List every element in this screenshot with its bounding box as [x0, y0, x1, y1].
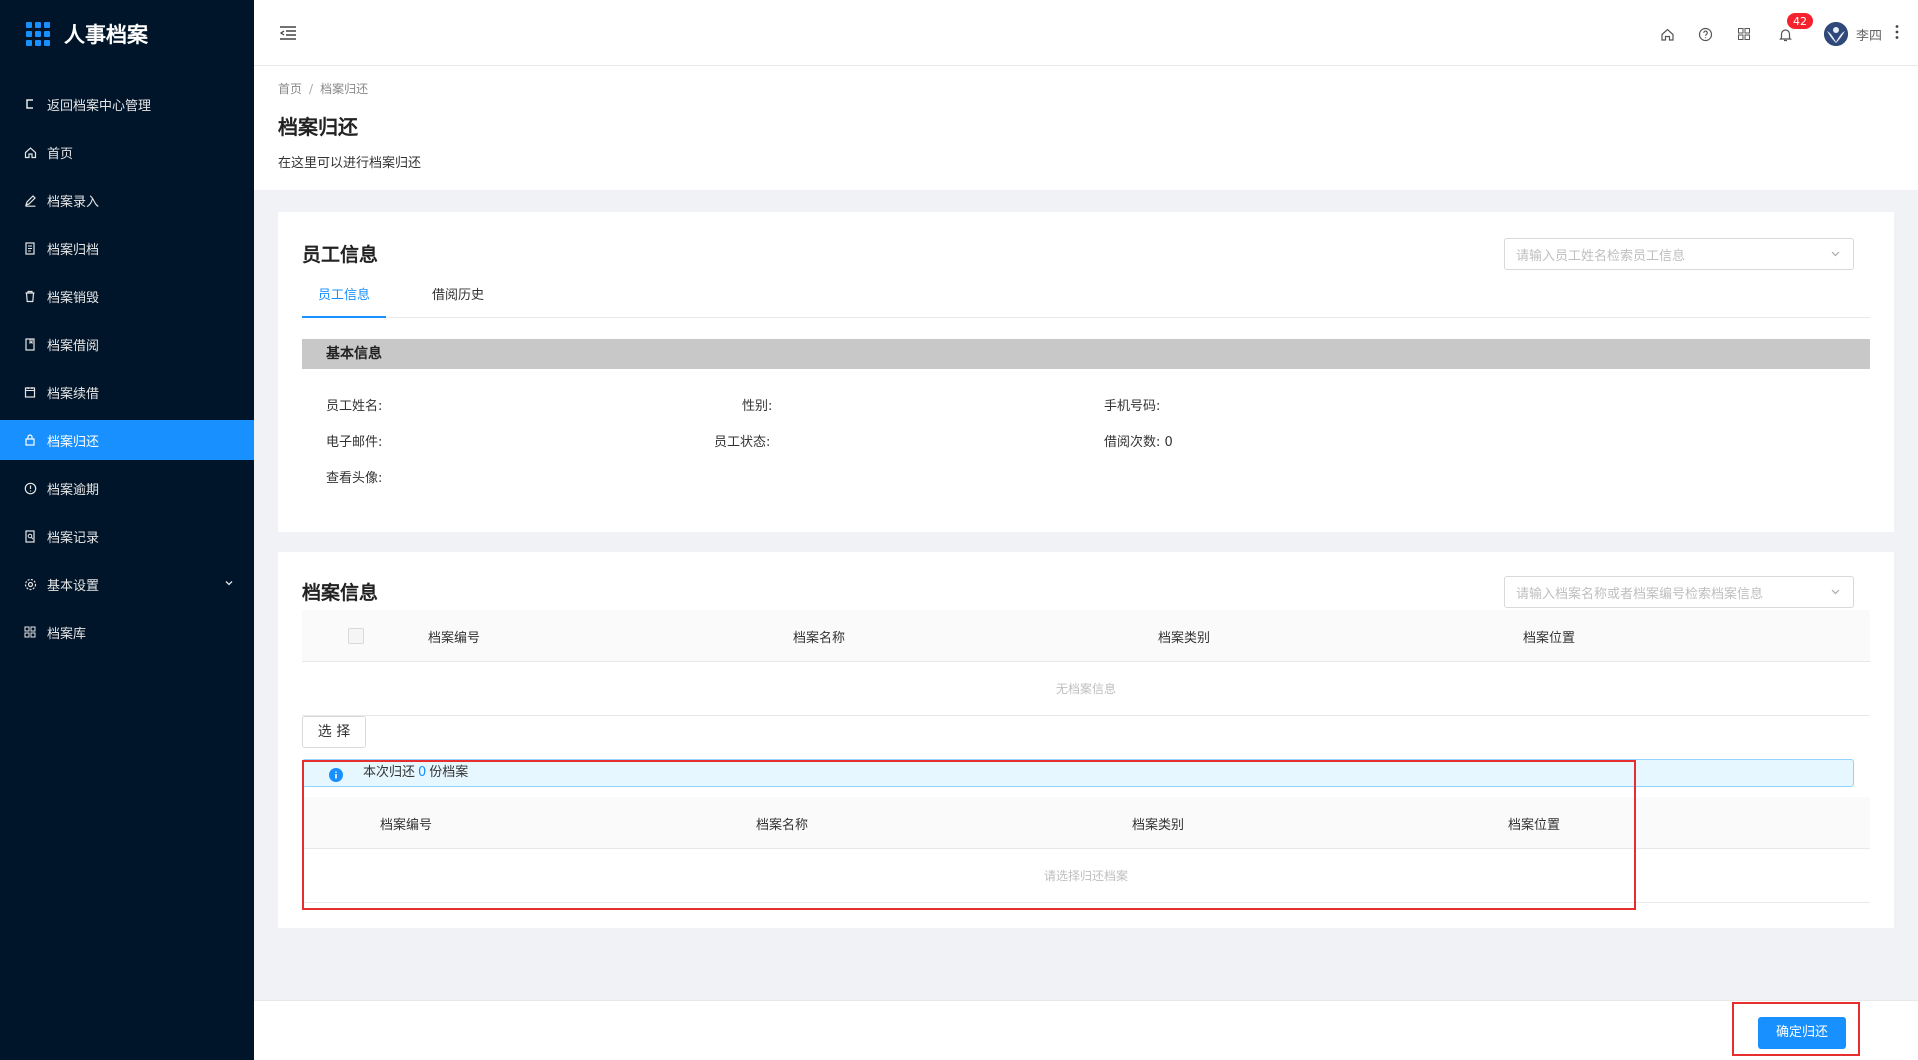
employee-search-select[interactable]: 请输入员工姓名检索员工信息	[1504, 238, 1854, 270]
archive-table-empty: 无档案信息	[302, 662, 1870, 716]
menu-collapse-icon[interactable]	[278, 24, 298, 46]
breadcrumb-current: 档案归还	[320, 82, 369, 96]
help-icon[interactable]	[1698, 26, 1714, 42]
notification-badge: 42	[1785, 12, 1814, 30]
column-header: 档案编号	[428, 631, 481, 646]
home-icon[interactable]	[1660, 26, 1676, 42]
sidebar-item-label: 档案录入	[47, 194, 100, 210]
sidebar-item-label: 档案归档	[47, 242, 100, 258]
sidebar-item-label: 档案销毁	[47, 290, 100, 306]
email-label: 电子邮件:	[326, 435, 383, 450]
highlight-frame	[1732, 1002, 1860, 1056]
sidebar-item-return[interactable]: 档案归还	[0, 420, 254, 460]
sidebar-item-borrow[interactable]: 档案借阅	[0, 324, 254, 364]
borrow-count-value: 0	[1164, 435, 1173, 450]
sidebar-item-home[interactable]: 首页	[0, 132, 254, 172]
home-icon	[23, 145, 37, 159]
apps-icon[interactable]	[1736, 26, 1752, 42]
sidebar-item-archive[interactable]: 档案归档	[0, 228, 254, 268]
user-name[interactable]: 李四	[1856, 25, 1882, 44]
bell-icon[interactable]: 42	[1778, 12, 1814, 42]
sidebar-item-label: 档案记录	[47, 530, 100, 546]
column-header: 档案位置	[1523, 631, 1576, 646]
borrow-count: 借阅次数: 0	[1104, 431, 1173, 450]
archive-card-title: 档案信息	[302, 582, 379, 604]
phone-label: 手机号码:	[1104, 399, 1161, 414]
avatar[interactable]	[1823, 22, 1848, 46]
employee-status-label: 员工状态:	[714, 435, 771, 450]
borrow-count-label: 借阅次数:	[1104, 435, 1161, 450]
alert-icon	[23, 481, 37, 495]
top-header: 42 李四	[254, 0, 1918, 66]
chevron-down-icon	[1830, 248, 1841, 263]
sidebar-item-label: 档案续借	[47, 386, 100, 402]
basic-info-section: 基本信息	[302, 339, 1870, 369]
employee-info-card: 员工信息 请输入员工姓名检索员工信息 员工信息 借阅历史 基本信息 员工姓名: …	[278, 212, 1894, 532]
employee-tabs: 员工信息 借阅历史	[302, 282, 1870, 318]
chevron-down-icon	[224, 577, 234, 592]
tab-employee-info[interactable]: 员工信息	[302, 282, 387, 318]
calendar-icon	[23, 385, 37, 399]
select-all-checkbox[interactable]	[348, 628, 364, 644]
sidebar-menu: 返回档案中心管理 首页 档案录入 档案归档 档案销毁 档案借阅 档案续借 档案归…	[0, 84, 254, 652]
trash-icon	[23, 289, 37, 303]
highlight-frame	[302, 760, 1636, 910]
file-icon	[23, 241, 37, 255]
sidebar: 人事档案 返回档案中心管理 首页 档案录入 档案归档 档案销毁 档案借阅 档案续…	[0, 0, 254, 1060]
breadcrumb-separator: /	[309, 82, 314, 96]
employee-name-label: 员工姓名:	[326, 399, 383, 414]
sidebar-item-label: 档案借阅	[47, 338, 100, 354]
chevron-down-icon	[1830, 586, 1841, 601]
app-title: 人事档案	[64, 23, 148, 47]
sidebar-item-label: 档案归还	[47, 434, 100, 450]
page-description: 在这里可以进行档案归还	[278, 156, 422, 171]
sidebar-item-destroy[interactable]: 档案销毁	[0, 276, 254, 316]
breadcrumb-home[interactable]: 首页	[278, 82, 302, 96]
sidebar-item-overdue[interactable]: 档案逾期	[0, 468, 254, 508]
sidebar-item-entry[interactable]: 档案录入	[0, 180, 254, 220]
column-header: 档案名称	[793, 631, 846, 646]
employee-card-title: 员工信息	[302, 244, 379, 266]
select-button[interactable]: 选 择	[302, 716, 366, 748]
column-header: 档案类别	[1158, 631, 1211, 646]
gender-label: 性别:	[742, 399, 773, 414]
archive-table-header: 档案编号 档案名称 档案类别 档案位置	[302, 610, 1870, 662]
sidebar-item-label: 首页	[47, 146, 74, 162]
more-vertical-icon[interactable]	[1894, 24, 1900, 44]
sidebar-item-label: 档案逾期	[47, 482, 100, 498]
sidebar-item-label: 返回档案中心管理	[47, 98, 152, 114]
sidebar-item-library[interactable]: 档案库	[0, 612, 254, 652]
book-icon	[23, 337, 37, 351]
apps-grid-icon	[26, 22, 50, 46]
lock-icon	[23, 433, 37, 447]
back-icon	[23, 97, 37, 111]
view-avatar-label: 查看头像:	[326, 471, 383, 486]
record-icon	[23, 529, 37, 543]
archive-table: 档案编号 档案名称 档案类别 档案位置 无档案信息	[302, 610, 1870, 716]
breadcrumb: 首页 / 档案归还	[278, 80, 1894, 97]
grid-icon	[23, 625, 37, 639]
footer-bar: 确定归还	[254, 1000, 1918, 1060]
sidebar-item-renew[interactable]: 档案续借	[0, 372, 254, 412]
sidebar-item-back[interactable]: 返回档案中心管理	[0, 84, 254, 124]
page-header: 首页 / 档案归还 档案归还 在这里可以进行档案归还	[254, 66, 1918, 190]
sidebar-item-label: 基本设置	[47, 578, 100, 594]
sidebar-item-settings[interactable]: 基本设置	[0, 564, 254, 604]
header-actions: 42 李四	[1638, 12, 1900, 50]
gear-icon	[23, 577, 37, 591]
edit-icon	[23, 193, 37, 207]
page-title: 档案归还	[278, 115, 358, 139]
tab-borrow-history[interactable]: 借阅历史	[416, 282, 500, 318]
sidebar-item-label: 档案库	[47, 626, 87, 642]
archive-search-select[interactable]: 请输入档案名称或者档案编号检索档案信息	[1504, 576, 1854, 608]
archive-search-placeholder: 请输入档案名称或者档案编号检索档案信息	[1516, 586, 1764, 602]
sidebar-item-records[interactable]: 档案记录	[0, 516, 254, 556]
employee-search-placeholder: 请输入员工姓名检索员工信息	[1516, 248, 1686, 264]
brand: 人事档案	[0, 0, 254, 68]
